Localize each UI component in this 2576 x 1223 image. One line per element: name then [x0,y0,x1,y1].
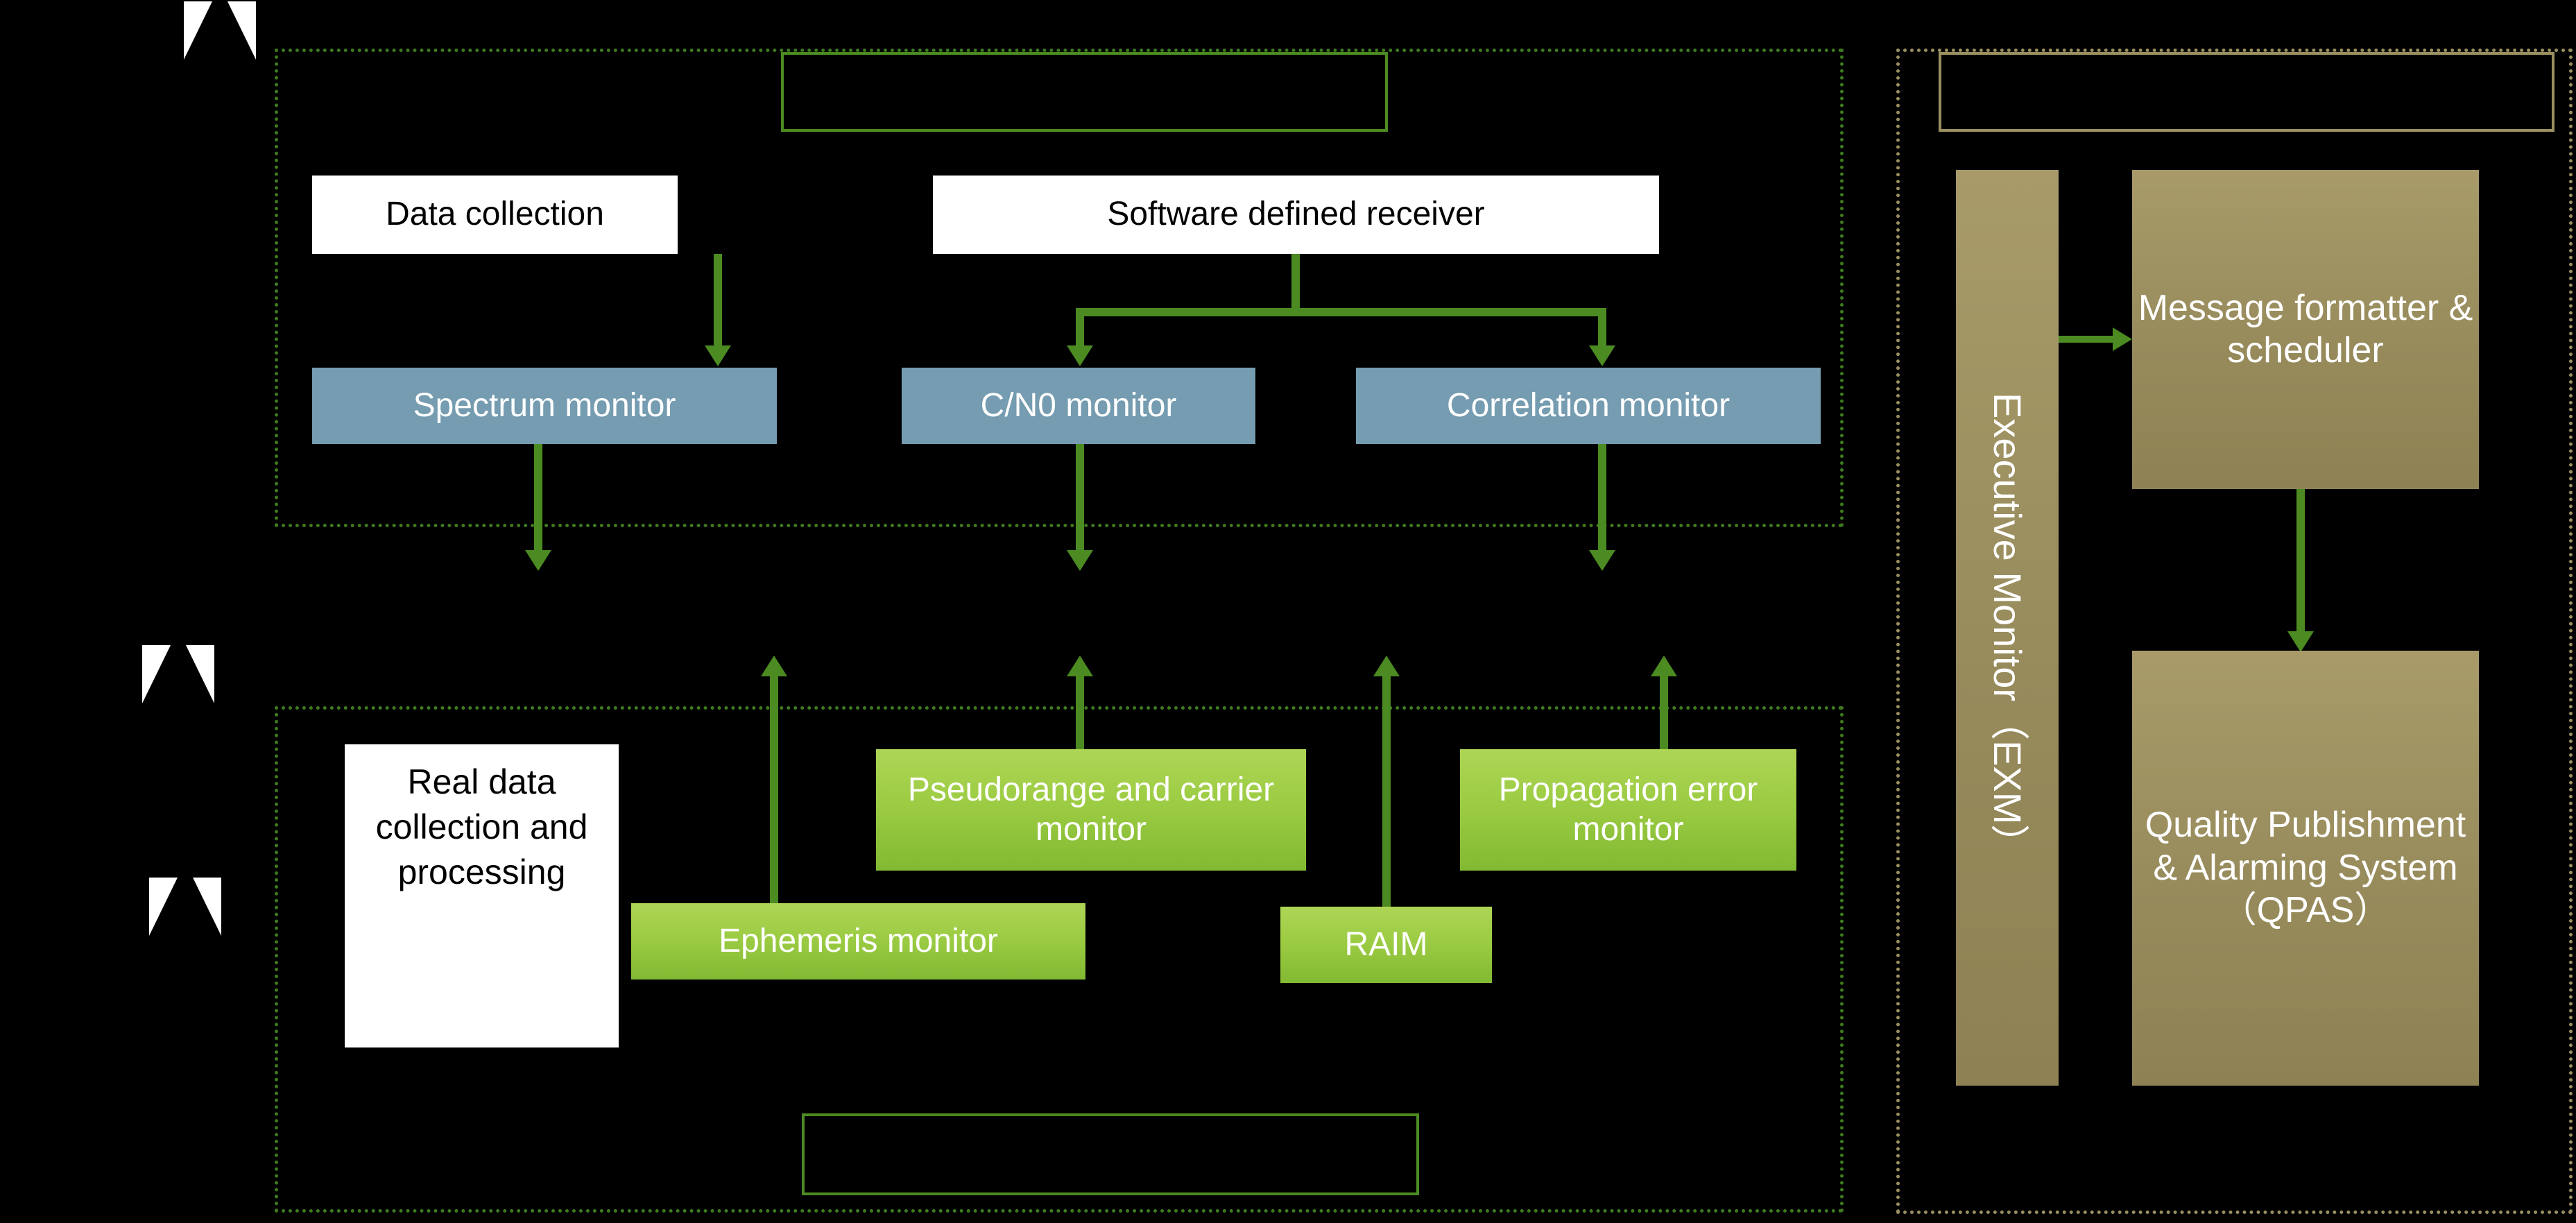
connector-formatter-to-qpas [2296,489,2305,636]
arrowhead-propagation-up [1651,656,1677,676]
top-group-header-box [781,52,1388,132]
node-software-defined-receiver[interactable]: Software defined receiver [933,176,1659,254]
triangle-marker-3 [149,878,221,937]
arrowhead-sdr-to-correlation [1589,345,1615,366]
connector-pseudorange-up [1076,676,1084,753]
node-executive-monitor[interactable]: Executive Monitor（EXM） [1956,170,2059,1086]
connector-sdr-bus [1076,308,1606,316]
diagram-canvas: Data collection Software defined receive… [0,0,2576,1223]
node-ephemeris-monitor[interactable]: Ephemeris monitor [631,903,1085,980]
node-qpas[interactable]: Quality Publishment & Alarming System（QP… [2132,651,2479,1086]
node-real-data-collection[interactable]: Real data collection and processing [345,744,619,1047]
arrowhead-formatter-to-qpas [2287,631,2314,652]
connector-raim-up [1382,676,1391,912]
node-message-formatter-scheduler[interactable]: Message formatter & scheduler [2132,170,2479,489]
arrowhead-pseudorange-up [1067,656,1093,676]
node-pseudorange-carrier-monitor[interactable]: Pseudorange and carrier monitor [876,749,1306,871]
connector-sdr-to-correlation [1598,308,1606,351]
connector-sdr-to-cn0 [1076,308,1084,351]
arrowhead-cn0-down [1067,550,1093,571]
arrowhead-datacollection-to-spectrum [705,345,731,366]
triangle-right-half [227,1,256,60]
right-group-header-box [1939,52,2554,132]
connector-sdr-stem [1291,254,1300,312]
node-data-collection[interactable]: Data collection [312,176,678,254]
connector-exm-to-formatter [2059,336,2115,343]
node-raim[interactable]: RAIM [1280,907,1492,983]
triangle-right-half [186,645,214,703]
bottom-group-footer-box [802,1113,1419,1195]
triangle-left-half [184,1,212,60]
node-spectrum-monitor[interactable]: Spectrum monitor [312,368,777,444]
connector-spectrum-down [534,444,542,555]
connector-propagation-up [1660,676,1668,753]
arrowhead-ephemeris-up [761,656,787,676]
arrowhead-exm-to-formatter [2113,327,2132,351]
connector-ephemeris-up [770,676,778,923]
triangle-marker-2 [142,645,214,705]
triangle-right-half [193,878,221,936]
connector-cn0-down [1076,444,1084,555]
triangle-left-half [142,645,171,703]
arrowhead-spectrum-down [525,550,551,571]
node-cn0-monitor[interactable]: C/N0 monitor [902,368,1255,444]
arrowhead-sdr-to-cn0 [1067,345,1093,366]
triangle-left-half [149,878,178,936]
arrowhead-correlation-down [1589,550,1615,571]
connector-correlation-down [1598,444,1606,555]
node-correlation-monitor[interactable]: Correlation monitor [1356,368,1821,444]
connector-datacollection-to-spectrum [714,254,722,350]
triangle-marker-1 [184,1,256,61]
arrowhead-raim-up [1373,656,1400,676]
node-propagation-error-monitor[interactable]: Propagation error monitor [1460,749,1796,871]
